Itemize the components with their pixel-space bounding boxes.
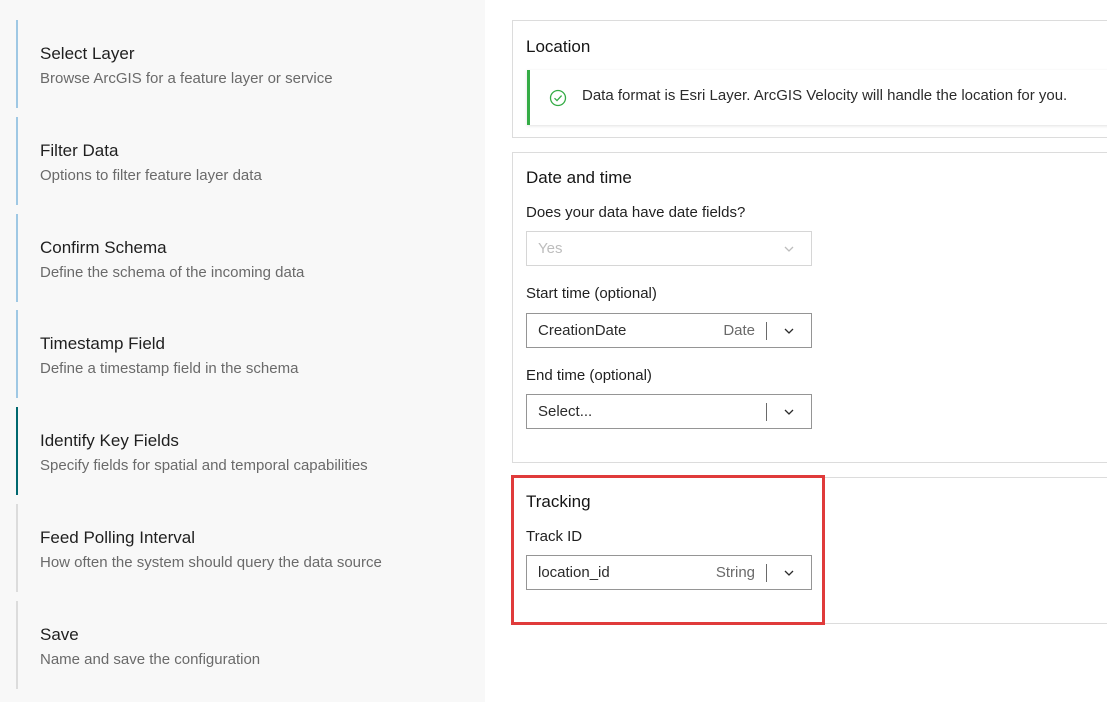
step-filter-data[interactable]: Filter Data Options to filter feature la… (16, 117, 485, 205)
tracking-title: Tracking (526, 492, 591, 511)
track-id-select[interactable]: location_id String (526, 555, 812, 590)
select-divider (766, 322, 767, 340)
step-title: Filter Data (40, 141, 119, 160)
step-confirm-schema[interactable]: Confirm Schema Define the schema of the … (16, 214, 485, 302)
location-panel: Location Data format is Esri Layer. ArcG… (512, 20, 1107, 138)
select-divider (766, 403, 767, 421)
step-description: Define a timestamp field in the schema (40, 360, 299, 377)
chevron-down-icon (784, 328, 794, 334)
step-timestamp-field[interactable]: Timestamp Field Define a timestamp field… (16, 310, 485, 398)
start-time-type: Date (723, 322, 755, 339)
start-time-label: Start time (optional) (526, 285, 657, 302)
end-time-placeholder: Select... (538, 403, 593, 420)
check-circle-icon (549, 89, 567, 107)
end-time-label: End time (optional) (526, 367, 652, 384)
step-title: Feed Polling Interval (40, 528, 195, 547)
datetime-panel: Date and time Does your data have date f… (512, 152, 1107, 463)
step-identify-key-fields[interactable]: Identify Key Fields Specify fields for s… (16, 407, 485, 495)
has-date-label: Does your data have date fields? (526, 204, 746, 221)
chevron-down-icon (784, 570, 794, 576)
step-title: Identify Key Fields (40, 431, 179, 450)
location-notice-text: Data format is Esri Layer. ArcGIS Veloci… (582, 87, 1068, 104)
step-feed-polling-interval[interactable]: Feed Polling Interval How often the syst… (16, 504, 485, 592)
track-id-value: location_id (538, 564, 610, 581)
track-id-type: String (715, 564, 755, 581)
select-divider (766, 564, 767, 582)
datetime-title: Date and time (526, 168, 632, 187)
location-notice: Data format is Esri Layer. ArcGIS Veloci… (527, 70, 1107, 125)
step-description: Options to filter feature layer data (40, 167, 262, 184)
step-title: Timestamp Field (40, 334, 166, 353)
has-date-select[interactable]: Yes (526, 231, 812, 266)
tracking-panel: Tracking Track ID location_id String (512, 477, 1107, 624)
step-description: Specify fields for spatial and temporal … (40, 457, 368, 474)
step-title: Select Layer (40, 44, 135, 63)
step-description: How often the system should query the da… (40, 554, 382, 571)
step-title: Confirm Schema (40, 238, 167, 257)
step-title: Save (40, 625, 79, 644)
wizard-sidebar: Select Layer Browse ArcGIS for a feature… (0, 0, 485, 702)
has-date-value: Yes (538, 240, 563, 257)
location-title: Location (526, 37, 591, 56)
step-save[interactable]: Save Name and save the configuration (16, 601, 485, 689)
track-id-label: Track ID (526, 528, 583, 545)
step-description: Name and save the configuration (40, 651, 261, 668)
start-time-select[interactable]: CreationDate Date (526, 313, 812, 348)
step-description: Browse ArcGIS for a feature layer or ser… (40, 70, 333, 87)
start-time-value: CreationDate (538, 322, 627, 339)
chevron-down-icon (784, 246, 794, 252)
step-select-layer[interactable]: Select Layer Browse ArcGIS for a feature… (16, 20, 485, 108)
step-description: Define the schema of the incoming data (40, 264, 305, 281)
end-time-select[interactable]: Select... (526, 394, 812, 429)
chevron-down-icon (784, 409, 794, 415)
